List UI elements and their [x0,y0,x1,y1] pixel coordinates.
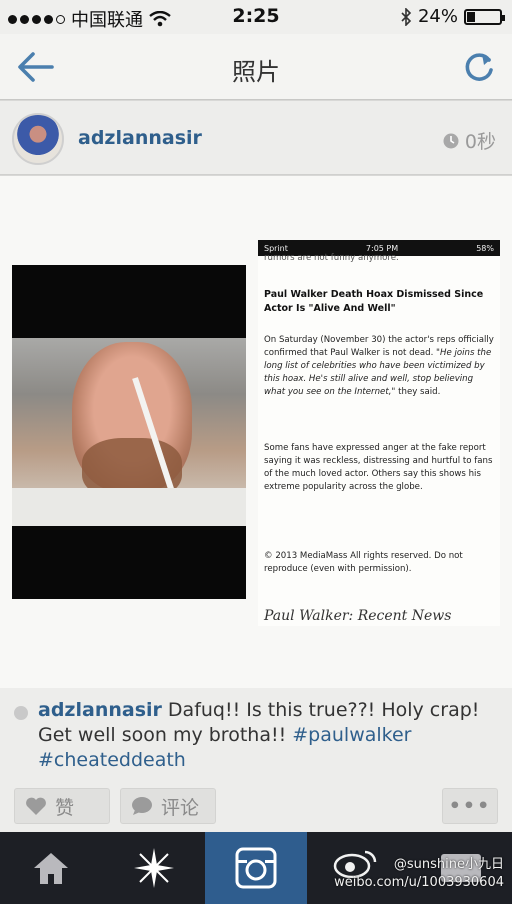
comment-button[interactable]: 评论 [120,788,216,824]
heart-icon [26,797,46,815]
watermark: @sunshine小九日 weibo.com/u/1003930604 [334,856,504,892]
status-bar: 中国联通 2:25 24% [0,0,512,34]
action-row: 赞 评论 ••• [0,784,512,832]
tab-explore[interactable] [102,832,204,904]
comment-bubble-icon [14,706,28,720]
clock-icon [443,133,459,148]
hashtag-cheateddeath[interactable]: #cheateddeath [38,749,186,771]
like-label: 赞 [55,796,75,819]
watermark-url: weibo.com/u/1003930604 [334,875,504,890]
more-options-button[interactable]: ••• [442,788,498,824]
tab-camera[interactable] [204,832,308,904]
article-copyright: © 2013 MediaMass All rights reserved. Do… [264,551,463,574]
like-button[interactable]: 赞 [14,788,110,824]
nav-bar: 照片 [0,34,512,100]
photo-article-screenshot: Sprint 7:05 PM 58% rumors are not funny … [258,240,500,626]
article-paragraph-1: On Saturday (November 30) the actor's re… [264,335,494,397]
article-headline: Paul Walker Death Hoax Dismissed Since A… [264,289,484,314]
bluetooth-icon [401,7,412,26]
page-title: 照片 [232,58,280,86]
post-username[interactable]: adzlannasir [78,127,202,149]
hashtag-paulwalker[interactable]: #paulwalker [292,724,411,746]
watermark-handle: @sunshine小九日 [393,857,504,872]
post-caption: adzlannasir Dafuq!! Is this true??! Holy… [0,688,512,784]
post-time: 0秒 [443,127,496,154]
home-icon [34,853,69,884]
explore-star-icon [133,848,174,888]
article-footer: Paul Walker: Recent News [264,608,452,624]
article-paragraph-2: Some fans have expressed anger at the fa… [264,443,493,492]
comment-label: 评论 [161,796,200,819]
photo-hospital-image [12,265,246,599]
article-cut-line: rumors are not funny anymore. [264,253,399,263]
caption-username[interactable]: adzlannasir [38,699,162,721]
post-header: adzlannasir 0秒 [0,101,512,175]
avatar[interactable] [12,113,64,165]
speech-bubble-icon [132,797,152,815]
caption-text: adzlannasir Dafuq!! Is this true??! Holy… [38,698,500,773]
battery-icon [464,8,505,25]
status-right: 24% [400,6,505,27]
camera-icon [235,847,277,889]
battery-percent: 24% [417,6,458,27]
tab-home[interactable] [0,832,102,904]
refresh-icon[interactable] [462,50,496,84]
time-ago-label: 0秒 [464,131,496,153]
